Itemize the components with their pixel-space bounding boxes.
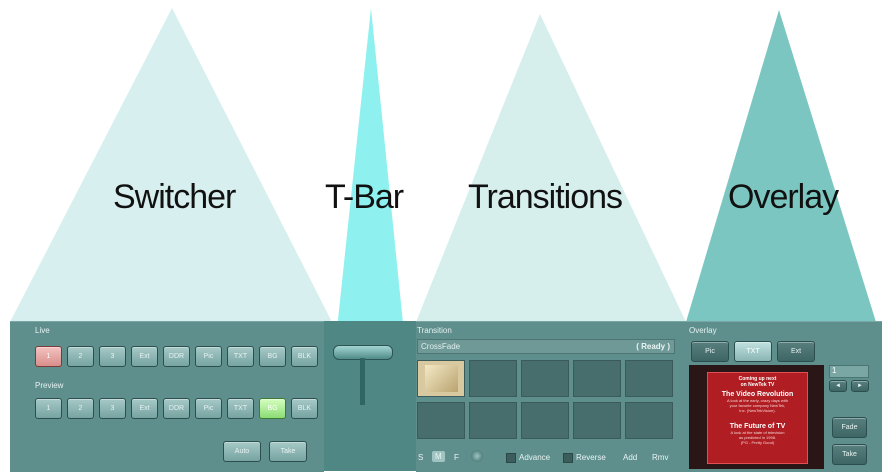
transition-slot[interactable]: [469, 402, 517, 439]
speed-dial-icon[interactable]: [471, 450, 483, 462]
transition-slot[interactable]: [469, 360, 517, 397]
transition-thumbnail-crossfade[interactable]: [417, 360, 465, 397]
live-button-1[interactable]: 1: [35, 346, 62, 367]
transition-slot[interactable]: [521, 360, 569, 397]
overlay-graphic: Coming up next on NewTek TV The Video Re…: [707, 372, 808, 464]
speed-fast-button[interactable]: F: [454, 453, 459, 462]
overlay-line: (PG - Pretty Good): [740, 440, 775, 445]
next-arrow-icon[interactable]: ►: [851, 380, 869, 392]
tbar-title: T-Bar: [325, 178, 404, 216]
advance-label: Advance: [519, 453, 551, 463]
switcher-cone: [10, 8, 332, 322]
overlay-panel: Overlay Pic TXT Ext Coming up next on Ne…: [686, 321, 882, 472]
reverse-label: Reverse: [576, 453, 606, 463]
live-button-pic[interactable]: Pic: [195, 346, 222, 367]
stage: Switcher T-Bar Transitions Overlay Live …: [0, 0, 882, 472]
transition-status: ( Ready ): [636, 342, 670, 351]
film-icon: [425, 365, 458, 392]
add-button[interactable]: Add: [623, 453, 637, 462]
transitions-cone: [416, 14, 686, 322]
live-button-ddr[interactable]: DDR: [163, 346, 190, 367]
overlay-line: The Future of TV: [729, 423, 786, 430]
speed-slow-button[interactable]: S: [418, 453, 423, 462]
live-button-blk[interactable]: BLK: [291, 346, 318, 367]
transition-name: CrossFade: [421, 342, 461, 351]
switcher-title: Switcher: [113, 178, 236, 216]
auto-button[interactable]: Auto: [223, 441, 261, 462]
live-label: Live: [35, 326, 50, 335]
overlay-take-button[interactable]: Take: [832, 444, 867, 465]
overlay-tabs: Pic TXT Ext: [691, 341, 815, 362]
switcher-panel: Live 1 2 3 Ext DDR Pic TXT BG BLK Previe…: [10, 321, 324, 472]
transition-label: Transition: [417, 326, 452, 335]
live-button-3[interactable]: 3: [99, 346, 126, 367]
transition-slot[interactable]: [521, 402, 569, 439]
overlay-title: Overlay: [728, 178, 839, 216]
overlay-line: The Video Revolution: [721, 391, 794, 398]
overlay-line: on NewTek TV: [740, 382, 775, 388]
tbar-track: [360, 358, 365, 405]
tbar-panel: [324, 321, 416, 471]
preview-button-blk[interactable]: BLK: [291, 398, 318, 419]
preview-button-2[interactable]: 2: [67, 398, 94, 419]
transition-slot[interactable]: [625, 360, 673, 397]
transition-panel: Transition CrossFade ( Ready ) S M F Adv…: [416, 321, 686, 472]
remove-button[interactable]: Rmv: [652, 453, 668, 462]
preview-row: 1 2 3 Ext DDR Pic TXT BG BLK: [35, 398, 318, 419]
transition-slot[interactable]: [573, 402, 621, 439]
preview-button-bg[interactable]: BG: [259, 398, 286, 419]
live-button-bg[interactable]: BG: [259, 346, 286, 367]
overlay-number-input[interactable]: 1: [829, 365, 869, 378]
transition-slot[interactable]: [417, 402, 465, 439]
advance-checkbox[interactable]: Advance: [506, 453, 550, 463]
reverse-checkbox-box: [563, 453, 573, 463]
live-row: 1 2 3 Ext DDR Pic TXT BG BLK: [35, 346, 318, 367]
live-button-txt[interactable]: TXT: [227, 346, 254, 367]
preview-button-ddr[interactable]: DDR: [163, 398, 190, 419]
speed-medium-button[interactable]: M: [432, 451, 445, 462]
live-button-2[interactable]: 2: [67, 346, 94, 367]
transition-name-field[interactable]: CrossFade ( Ready ): [417, 339, 675, 354]
preview-label: Preview: [35, 381, 64, 390]
overlay-fade-button[interactable]: Fade: [832, 417, 867, 438]
overlay-tab-pic[interactable]: Pic: [691, 341, 729, 362]
previous-arrow-icon[interactable]: ◄: [829, 380, 847, 392]
overlay-cone: [686, 10, 876, 322]
reverse-checkbox[interactable]: Reverse: [563, 453, 606, 463]
transitions-title: Transitions: [468, 178, 623, 216]
preview-button-ext[interactable]: Ext: [131, 398, 158, 419]
overlay-line: Inc. (NewTekVision).: [739, 408, 776, 413]
preview-button-1[interactable]: 1: [35, 398, 62, 419]
overlay-tab-ext[interactable]: Ext: [777, 341, 815, 362]
preview-button-pic[interactable]: Pic: [195, 398, 222, 419]
transition-slot[interactable]: [573, 360, 621, 397]
transition-slot[interactable]: [625, 402, 673, 439]
take-button[interactable]: Take: [269, 441, 307, 462]
advance-checkbox-box: [506, 453, 516, 463]
overlay-tab-txt[interactable]: TXT: [734, 341, 772, 362]
overlay-label: Overlay: [689, 326, 717, 335]
preview-button-3[interactable]: 3: [99, 398, 126, 419]
preview-button-txt[interactable]: TXT: [227, 398, 254, 419]
overlay-preview: Coming up next on NewTek TV The Video Re…: [689, 365, 824, 469]
live-button-ext[interactable]: Ext: [131, 346, 158, 367]
